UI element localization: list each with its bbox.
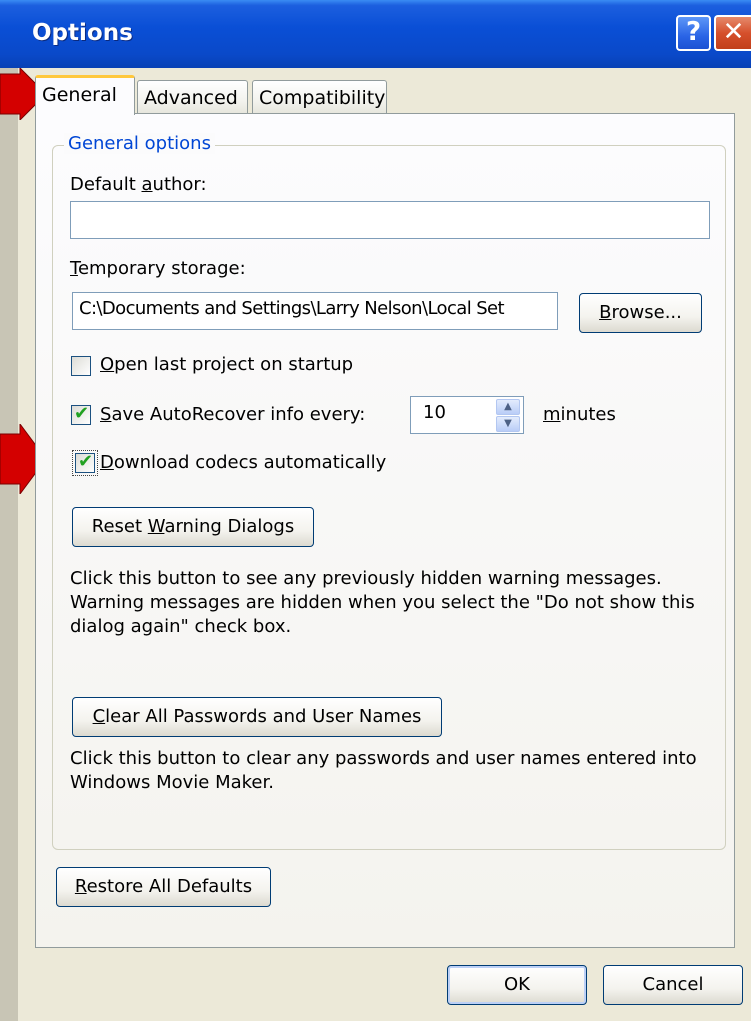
- tab-advanced[interactable]: Advanced: [137, 80, 248, 114]
- ok-button[interactable]: OK: [447, 965, 587, 1005]
- temporary-storage-label: Temporary storage:: [70, 258, 246, 279]
- help-icon: ?: [685, 17, 702, 47]
- close-icon: ✕: [722, 17, 745, 47]
- autorecover-label: Save AutoRecover info every:: [100, 404, 366, 425]
- spin-up-icon[interactable]: ▲: [496, 399, 520, 415]
- autorecover-spinner[interactable]: ▲ ▼: [494, 396, 524, 434]
- window-title: Options: [32, 20, 133, 46]
- default-author-input[interactable]: [70, 201, 710, 239]
- group-title: General options: [64, 133, 215, 154]
- clear-passwords-description: Click this button to clear any passwords…: [70, 748, 697, 793]
- cancel-button[interactable]: Cancel: [603, 965, 743, 1005]
- checkmark-icon: ✔: [78, 451, 94, 472]
- open-last-project-checkbox[interactable]: [71, 356, 91, 376]
- tab-general[interactable]: General: [35, 75, 135, 115]
- restore-all-defaults-button[interactable]: Restore All Defaults: [56, 867, 271, 907]
- open-last-project-label: Open last project on startup: [100, 354, 354, 375]
- checkmark-icon: ✔: [74, 403, 90, 424]
- autorecover-minutes-input[interactable]: 10: [410, 396, 496, 434]
- options-dialog: Options ? ✕ General Advanced Compatibili…: [0, 0, 751, 1021]
- temporary-storage-input[interactable]: C:\Documents and Settings\Larry Nelson\L…: [72, 292, 558, 330]
- autorecover-checkbox[interactable]: ✔: [71, 403, 91, 425]
- window-left-edge: [0, 0, 18, 1021]
- browse-button[interactable]: Browse...: [579, 293, 702, 333]
- tab-label: Advanced: [144, 87, 238, 109]
- general-options-group: [52, 145, 726, 850]
- default-author-label: Default author:: [70, 174, 207, 195]
- spin-down-icon[interactable]: ▼: [496, 416, 520, 432]
- help-button[interactable]: ?: [676, 15, 711, 51]
- tab-label: General: [42, 84, 117, 106]
- reset-warning-dialogs-button[interactable]: Reset Warning Dialogs: [72, 507, 314, 547]
- download-codecs-checkbox[interactable]: ✔: [72, 450, 98, 476]
- download-codecs-label: Download codecs automatically: [100, 452, 387, 473]
- tab-compatibility[interactable]: Compatibility: [252, 80, 387, 114]
- tab-label: Compatibility: [259, 87, 386, 109]
- close-button[interactable]: ✕: [714, 15, 751, 51]
- clear-passwords-button[interactable]: Clear All Passwords and User Names: [72, 697, 442, 737]
- minutes-label: minutes: [543, 404, 616, 425]
- reset-warning-description: Click this button to see any previously …: [70, 568, 695, 637]
- title-bar[interactable]: Options ? ✕: [0, 0, 751, 68]
